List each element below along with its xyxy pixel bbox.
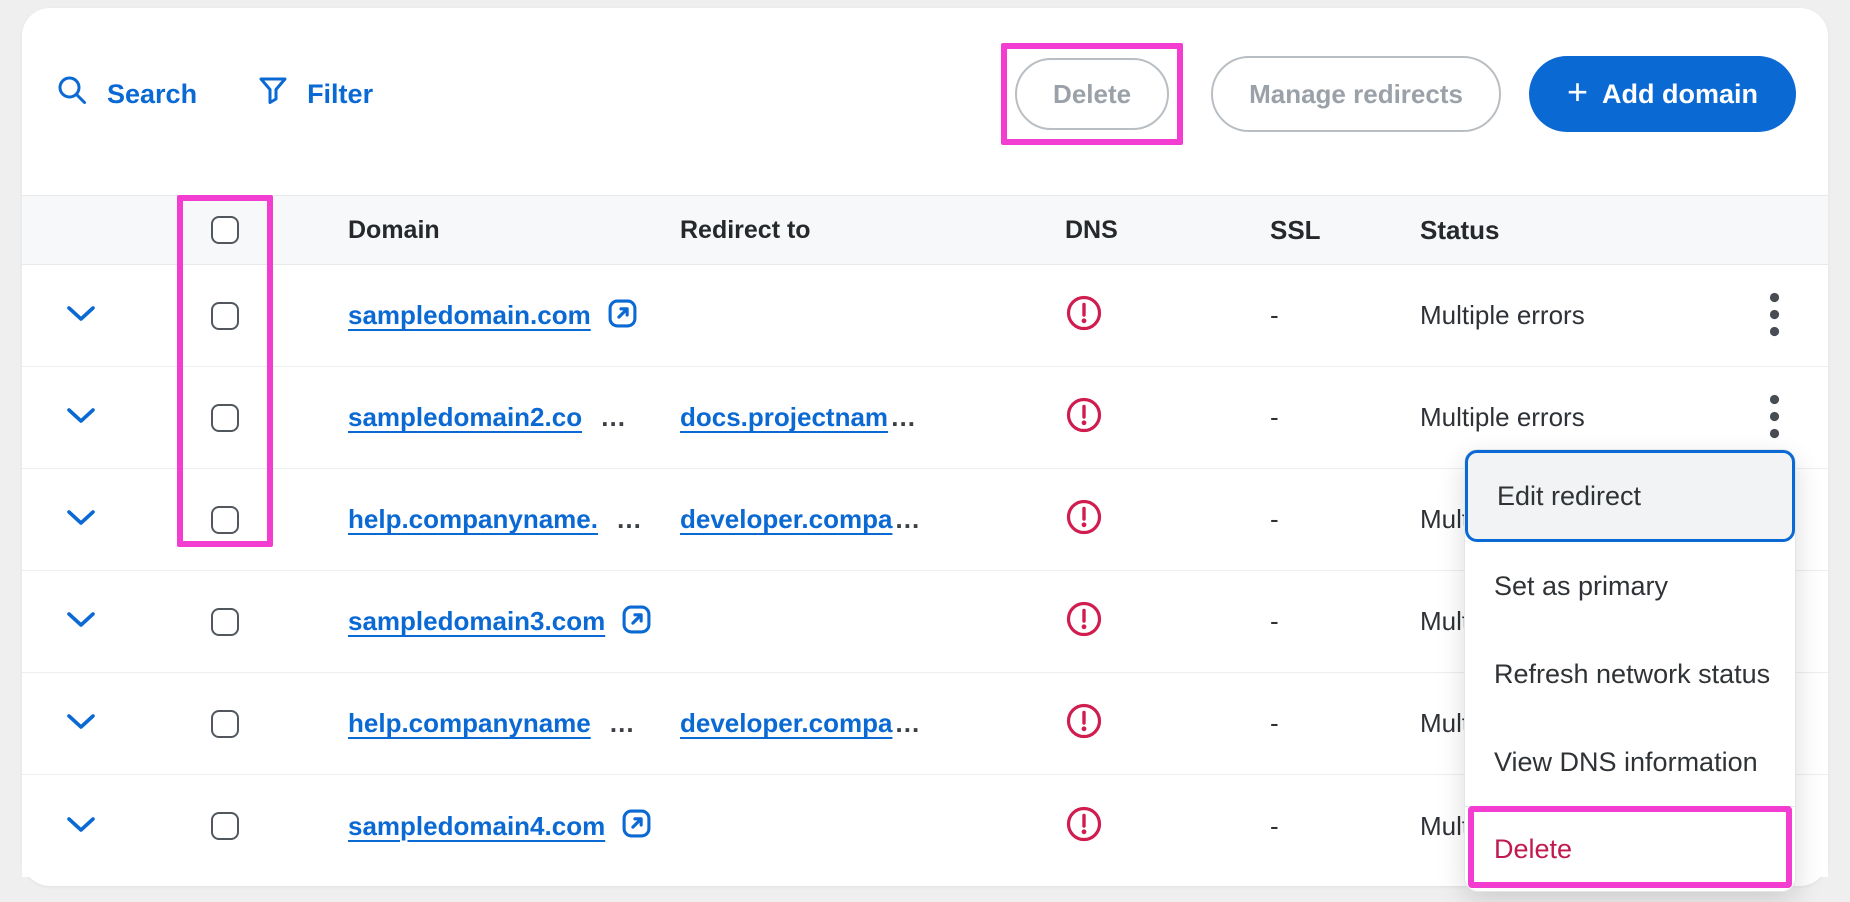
- filter-label: Filter: [307, 79, 373, 110]
- chevron-down-icon: [66, 611, 96, 632]
- menu-item-view-dns-information[interactable]: View DNS information: [1465, 718, 1795, 806]
- external-link-icon[interactable]: [607, 298, 638, 334]
- truncation-ellipsis: …: [894, 708, 920, 739]
- status-text: Multiple errors: [1390, 300, 1720, 331]
- chevron-down-icon: [66, 305, 96, 326]
- delete-button[interactable]: Delete: [1015, 58, 1169, 130]
- row-checkbox[interactable]: [211, 302, 239, 330]
- add-domain-label: Add domain: [1602, 79, 1758, 110]
- add-domain-button[interactable]: + Add domain: [1529, 56, 1796, 132]
- toolbar-left: Search Filter: [56, 74, 373, 114]
- table-row: sampledomain.com Primary: [22, 265, 1828, 367]
- expand-row-button[interactable]: [58, 399, 104, 436]
- domain-link[interactable]: help.companyname.: [348, 504, 598, 535]
- filter-icon: [257, 75, 289, 114]
- redirect-link[interactable]: developer.compa: [680, 708, 892, 739]
- redirect-link[interactable]: developer.compa: [680, 504, 892, 535]
- expand-row-button[interactable]: [58, 297, 104, 334]
- truncation-ellipsis: …: [894, 504, 920, 535]
- chevron-down-icon: [66, 509, 96, 530]
- row-actions-menu: Edit redirect Set as primary Refresh net…: [1464, 449, 1796, 892]
- dns-error-icon: [1065, 625, 1103, 642]
- domain-link[interactable]: sampledomain3.com: [348, 606, 605, 637]
- manage-redirects-button[interactable]: Manage redirects: [1211, 56, 1501, 132]
- menu-item-refresh-network-status[interactable]: Refresh network status: [1465, 630, 1795, 718]
- column-header-redirect-to: Redirect to: [660, 216, 1040, 245]
- row-checkbox[interactable]: [211, 404, 239, 432]
- domain-link[interactable]: sampledomain.com: [348, 300, 591, 331]
- ssl-value: -: [1230, 402, 1390, 433]
- row-actions-button[interactable]: [1761, 284, 1788, 348]
- chevron-down-icon: [66, 713, 96, 734]
- external-link-icon[interactable]: [621, 604, 652, 640]
- search-label: Search: [107, 79, 197, 110]
- expand-row-button[interactable]: [58, 808, 104, 845]
- toolbar-right: Delete Manage redirects + Add domain: [1001, 43, 1796, 145]
- search-button[interactable]: Search: [56, 74, 197, 114]
- row-checkbox[interactable]: [211, 812, 239, 840]
- chevron-down-icon: [66, 816, 96, 837]
- domain-link[interactable]: sampledomain2.co: [348, 402, 582, 433]
- external-link-icon[interactable]: [621, 808, 652, 844]
- column-header-domain: Domain: [310, 216, 660, 245]
- expand-row-button[interactable]: [58, 705, 104, 742]
- truncation-ellipsis: …: [890, 402, 916, 433]
- plus-icon: +: [1567, 74, 1588, 110]
- dns-error-icon: [1065, 523, 1103, 540]
- redirect-link[interactable]: docs.projectnam: [680, 402, 888, 433]
- ssl-value: -: [1230, 708, 1390, 739]
- column-header-status: Status: [1390, 215, 1720, 246]
- row-checkbox[interactable]: [211, 506, 239, 534]
- ssl-value: -: [1230, 300, 1390, 331]
- menu-item-set-as-primary[interactable]: Set as primary: [1465, 542, 1795, 630]
- row-checkbox[interactable]: [211, 608, 239, 636]
- toolbar: Search Filter Delete Manage redirects: [56, 24, 1796, 164]
- menu-item-delete[interactable]: Delete: [1465, 807, 1795, 891]
- status-text: Multiple errors: [1390, 402, 1720, 433]
- expand-row-button[interactable]: [58, 603, 104, 640]
- expand-row-button[interactable]: [58, 501, 104, 538]
- ssl-value: -: [1230, 606, 1390, 637]
- table-header-row: Domain Redirect to DNS SSL Status: [22, 195, 1828, 265]
- dns-error-icon: [1065, 421, 1103, 438]
- domains-page: Search Filter Delete Manage redirects: [0, 0, 1850, 902]
- dns-error-icon: [1065, 319, 1103, 336]
- annotation-delete-button: Delete: [1001, 43, 1183, 145]
- dns-error-icon: [1065, 830, 1103, 847]
- row-actions-button[interactable]: [1761, 386, 1788, 450]
- truncation-ellipsis: …: [616, 504, 642, 535]
- column-header-ssl: SSL: [1230, 215, 1390, 246]
- filter-button[interactable]: Filter: [257, 75, 373, 114]
- chevron-down-icon: [66, 407, 96, 428]
- dns-error-icon: [1065, 727, 1103, 744]
- column-header-dns: DNS: [1040, 216, 1230, 245]
- row-checkbox[interactable]: [211, 710, 239, 738]
- truncation-ellipsis: …: [600, 402, 626, 433]
- domain-link[interactable]: sampledomain4.com: [348, 811, 605, 842]
- domain-link[interactable]: help.companyname: [348, 708, 591, 739]
- menu-item-edit-redirect[interactable]: Edit redirect: [1465, 450, 1795, 542]
- truncation-ellipsis: …: [609, 708, 635, 739]
- kebab-icon: [1769, 394, 1780, 442]
- ssl-value: -: [1230, 504, 1390, 535]
- search-icon: [56, 74, 89, 114]
- select-all-checkbox[interactable]: [211, 216, 239, 244]
- kebab-icon: [1769, 292, 1780, 340]
- ssl-value: -: [1230, 811, 1390, 842]
